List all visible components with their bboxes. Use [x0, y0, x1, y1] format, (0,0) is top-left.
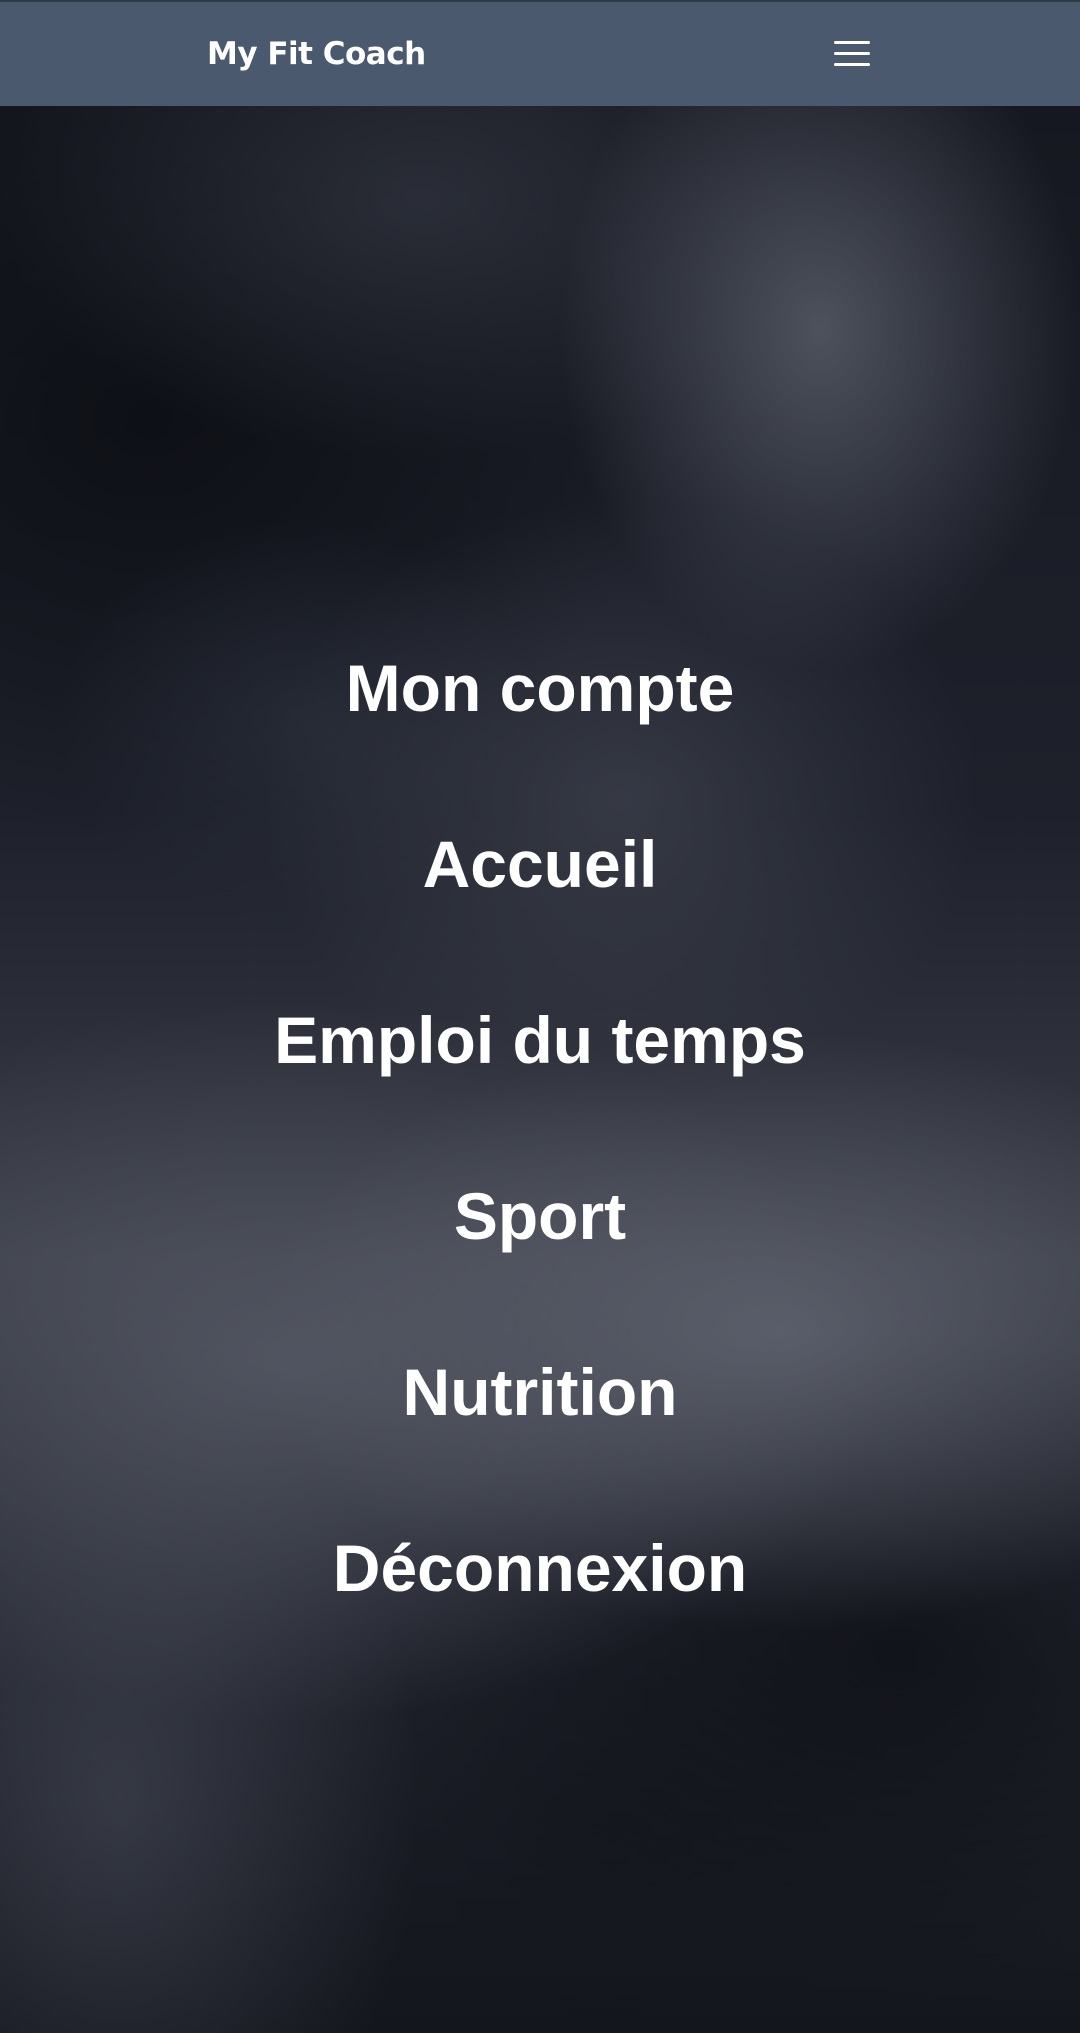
menu-item-mon-compte: Mon compte	[0, 600, 1080, 776]
menu-item-sport: Sport	[0, 1128, 1080, 1304]
top-navbar: My Fit Coach	[0, 0, 1080, 106]
menu-link-accueil[interactable]: Accueil	[423, 824, 658, 904]
menu-link-emploi-du-temps[interactable]: Emploi du temps	[274, 1000, 806, 1080]
menu-item-emploi-du-temps: Emploi du temps	[0, 952, 1080, 1128]
menu-link-deconnexion[interactable]: Déconnexion	[333, 1528, 747, 1608]
menu-link-nutrition[interactable]: Nutrition	[403, 1352, 678, 1432]
menu-item-deconnexion: Déconnexion	[0, 1480, 1080, 1656]
hamburger-menu-icon	[834, 41, 870, 66]
menu-item-accueil: Accueil	[0, 776, 1080, 952]
hamburger-menu-button[interactable]	[828, 32, 876, 76]
menu-link-mon-compte[interactable]: Mon compte	[346, 648, 735, 728]
main-menu: Mon compte Accueil Emploi du temps Sport…	[0, 600, 1080, 1656]
menu-link-sport[interactable]: Sport	[454, 1176, 626, 1256]
menu-item-nutrition: Nutrition	[0, 1304, 1080, 1480]
brand-logo[interactable]: My Fit Coach	[207, 32, 426, 76]
